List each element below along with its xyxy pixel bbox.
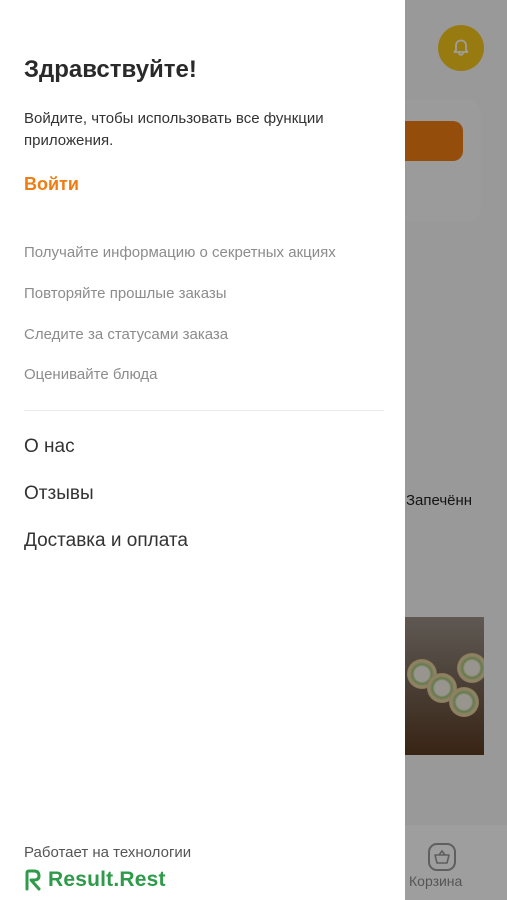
login-prompt-text: Войдите, чтобы использовать все функции …: [24, 110, 324, 149]
brand-name: Result.Rest: [48, 868, 166, 891]
benefit-secret-promos: Получайте информацию о секретных акциях: [24, 244, 336, 261]
result-rest-logo-icon: [25, 869, 41, 891]
benefit-order-status: Следите за статусами заказа: [24, 326, 229, 343]
greeting-title: Здравствуйте!: [24, 56, 197, 83]
login-button[interactable]: Войти: [24, 174, 79, 195]
divider: [24, 410, 384, 411]
side-drawer: Здравствуйте! Войдите, чтобы использоват…: [0, 0, 405, 900]
menu-item-about[interactable]: О нас: [24, 436, 75, 458]
app-screen: Запечённ Корзина Здравствуйте! Войдите, …: [0, 0, 507, 900]
benefit-repeat-orders: Повторяйте прошлые заказы: [24, 285, 227, 302]
menu-item-reviews[interactable]: Отзывы: [24, 483, 94, 505]
menu-item-delivery-payment[interactable]: Доставка и оплата: [24, 530, 188, 552]
powered-by-text: Работает на технологии: [24, 844, 192, 861]
benefit-rate-dishes: Оценивайте блюда: [24, 366, 158, 383]
brand-link[interactable]: Result.Rest: [24, 866, 166, 894]
